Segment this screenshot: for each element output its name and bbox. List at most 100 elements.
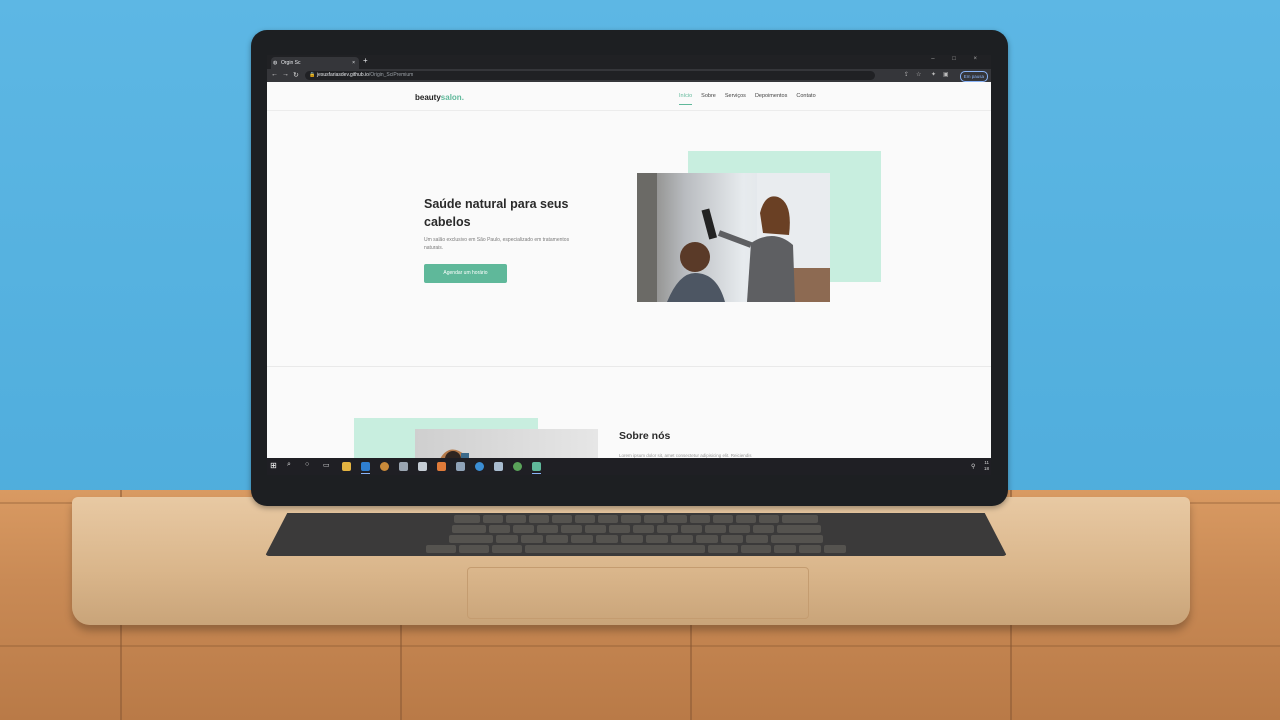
forward-arrow-icon[interactable]: →: [282, 71, 289, 78]
lock-icon: 🔒: [309, 72, 316, 78]
key: [512, 525, 534, 533]
about-photo-art: [440, 449, 469, 458]
key: [704, 525, 726, 533]
nav-inicio[interactable]: Início: [679, 93, 693, 105]
window-controls[interactable]: – □ ×: [931, 56, 985, 62]
search-icon[interactable]: ⌕: [287, 461, 291, 469]
key: [560, 525, 582, 533]
key: [708, 545, 738, 553]
nav-contato[interactable]: Contato: [796, 93, 815, 99]
active-app-indicator: [532, 473, 541, 474]
site-logo[interactable]: beautysalon.: [415, 93, 464, 102]
app-icon[interactable]: [399, 462, 408, 471]
key: [546, 535, 568, 543]
nav-depoimentos[interactable]: Depoimentos: [755, 93, 787, 99]
about-photo: [415, 429, 598, 458]
nav-servicos[interactable]: Serviços: [725, 93, 746, 99]
key: [632, 525, 654, 533]
address-bar[interactable]: 🔒 jesusfariasdev.github.io/Origin_SciPre…: [305, 71, 875, 80]
hero-photo: [637, 173, 830, 302]
share-icon[interactable]: ⇪: [904, 71, 909, 78]
logo-main: beauty: [415, 93, 441, 102]
key: [736, 515, 756, 523]
new-tab-button[interactable]: +: [363, 56, 368, 65]
key: [728, 525, 750, 533]
sidebar-icon[interactable]: ▣: [943, 71, 949, 78]
profile-button[interactable]: Em pausa: [959, 71, 988, 82]
key: [621, 535, 643, 543]
site-header: beautysalon. Início Sobre Serviços Depoi…: [267, 82, 991, 111]
windows-start-icon[interactable]: ⊞: [270, 461, 277, 470]
cortana-icon[interactable]: ○: [305, 461, 309, 468]
key: [571, 535, 593, 543]
key-row: [265, 545, 1007, 553]
trackpad: [467, 567, 809, 619]
key: [454, 515, 480, 523]
key: [752, 525, 774, 533]
key: [451, 525, 486, 533]
key: [746, 535, 768, 543]
key: [596, 535, 618, 543]
url-path: /Origin_SciPremium: [368, 72, 414, 78]
laptop-keyboard: [265, 513, 1007, 556]
key: [459, 545, 489, 553]
key: [667, 515, 687, 523]
hero-title: Saúde natural para seus cabelos: [424, 197, 569, 229]
key: [488, 525, 510, 533]
tray-network-icon[interactable]: ⚲: [971, 463, 975, 470]
app-icon[interactable]: [380, 462, 389, 471]
key: [824, 545, 846, 553]
website-viewport: beautysalon. Início Sobre Serviços Depoi…: [267, 82, 991, 458]
system-clock[interactable]: 11 18: [984, 460, 989, 472]
hero-subtitle: Um salão exclusivo em São Paulo, especia…: [424, 237, 570, 251]
key: [536, 525, 558, 533]
nav-sobre[interactable]: Sobre: [701, 93, 716, 99]
key: [696, 535, 718, 543]
key: [680, 525, 702, 533]
key: [782, 515, 818, 523]
browser-tab[interactable]: ◍ Orgin Sc ×: [271, 57, 359, 69]
app-icon[interactable]: [475, 462, 484, 471]
key-row: [265, 525, 1007, 533]
key: [496, 535, 518, 543]
app-icon[interactable]: [418, 462, 427, 471]
reload-icon[interactable]: ↻: [293, 71, 299, 79]
key: [506, 515, 526, 523]
url-host: jesusfariasdev.github.io: [317, 72, 369, 78]
file-explorer-icon[interactable]: [342, 462, 351, 471]
key: [741, 545, 771, 553]
close-tab-icon[interactable]: ×: [352, 57, 355, 69]
key: [483, 515, 503, 523]
vscode-icon[interactable]: [361, 462, 370, 471]
key: [690, 515, 710, 523]
key: [608, 525, 630, 533]
app-icon[interactable]: [456, 462, 465, 471]
key: [584, 525, 606, 533]
key: [644, 515, 664, 523]
key: [621, 515, 641, 523]
key: [656, 525, 678, 533]
key: [771, 535, 823, 543]
schedule-button[interactable]: Agendar um horário: [424, 264, 507, 283]
site-nav: Início Sobre Serviços Depoimentos Contat…: [679, 93, 816, 105]
key: [598, 515, 618, 523]
app-icon[interactable]: [494, 462, 503, 471]
key: [449, 535, 493, 543]
clock-date: 18: [983, 466, 989, 471]
key: [759, 515, 779, 523]
app-icon[interactable]: [532, 462, 541, 471]
key: [575, 515, 595, 523]
app-icon[interactable]: [437, 462, 446, 471]
task-view-icon[interactable]: ▭: [323, 461, 330, 469]
key: [713, 515, 733, 523]
desk-grain: [0, 645, 1280, 647]
star-icon[interactable]: ☆: [916, 71, 921, 78]
key: [799, 545, 821, 553]
back-arrow-icon[interactable]: ←: [271, 71, 278, 78]
extensions-icon[interactable]: ✦: [931, 71, 936, 78]
tab-title: Orgin Sc: [281, 60, 301, 66]
chrome-icon[interactable]: [513, 462, 522, 471]
key: [721, 535, 743, 543]
key-row: [265, 515, 1007, 523]
logo-accent: salon.: [440, 93, 464, 102]
